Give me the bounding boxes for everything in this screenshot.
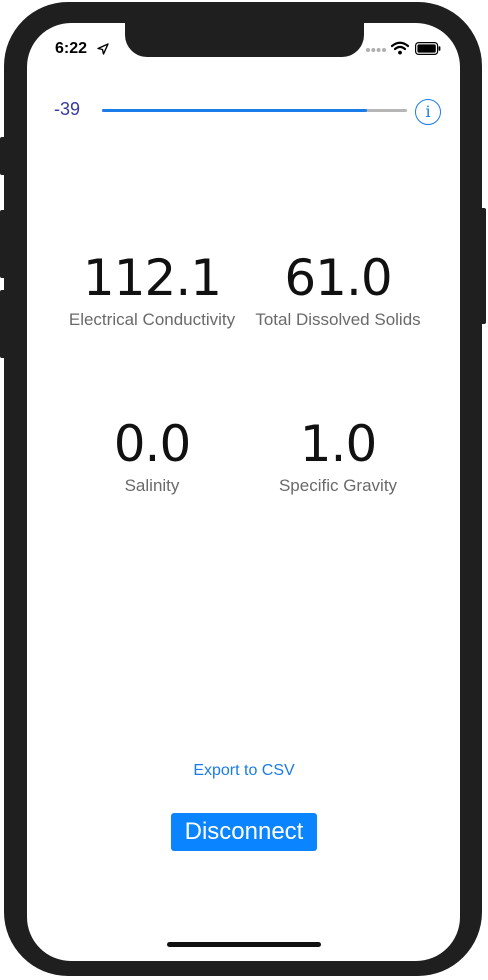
metric-salinity: 0.0 Salinity (67, 416, 237, 498)
power-button (480, 208, 486, 324)
metric-specific-gravity: 1.0 Specific Gravity (253, 416, 423, 498)
wifi-icon (391, 41, 409, 55)
info-button[interactable]: i (415, 99, 441, 125)
volume-down-button (0, 290, 6, 358)
metric-electrical-conductivity: 112.1 Electrical Conductivity (67, 250, 237, 332)
rssi-value: -39 (54, 99, 81, 119)
signal-strength-slider[interactable] (102, 109, 407, 112)
signal-dots-icon (366, 48, 386, 52)
phone-frame: 6:22 -39 i 112.1 Electrical Conductivity… (4, 2, 482, 976)
metric-value: 112.1 (82, 249, 222, 307)
metric-label: Salinity (124, 476, 180, 495)
disconnect-button[interactable]: Disconnect (171, 813, 317, 851)
volume-up-button (0, 210, 6, 278)
location-arrow-icon (97, 43, 109, 55)
metric-label: Electrical Conductivity (68, 310, 236, 329)
app-screen: 6:22 -39 i 112.1 Electrical Conductivity… (27, 23, 460, 961)
notch (125, 23, 364, 57)
slider-fill (102, 109, 368, 112)
metric-total-dissolved-solids: 61.0 Total Dissolved Solids (253, 250, 423, 332)
metric-label: Specific Gravity (278, 476, 398, 495)
metric-value: 1.0 (299, 415, 378, 473)
battery-icon (415, 42, 441, 55)
metric-value: 61.0 (284, 249, 392, 307)
metric-label: Total Dissolved Solids (255, 310, 421, 329)
home-indicator[interactable] (167, 942, 321, 947)
status-time: 6:22 (55, 40, 88, 57)
metric-value: 0.0 (113, 415, 192, 473)
export-csv-link[interactable]: Export to CSV (144, 762, 344, 780)
silent-switch (0, 137, 6, 175)
